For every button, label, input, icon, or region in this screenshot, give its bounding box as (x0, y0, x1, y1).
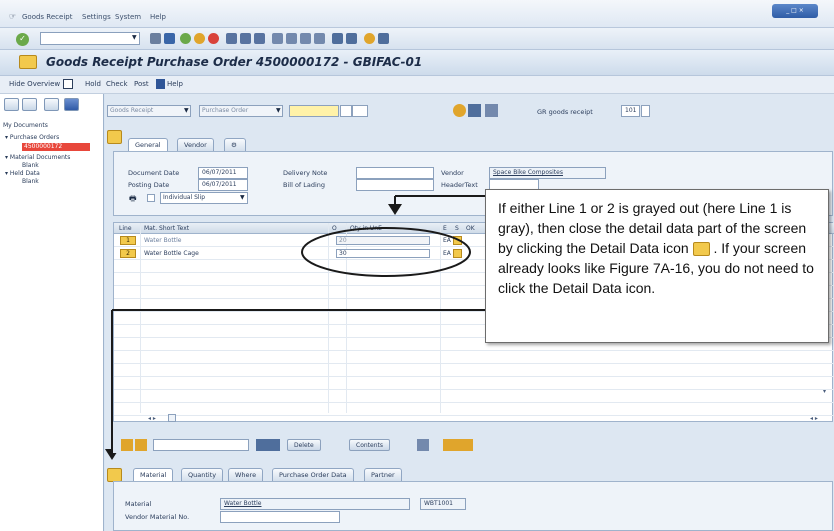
tab-quantity[interactable]: Quantity (181, 468, 224, 481)
tab-material[interactable]: Material (133, 468, 174, 481)
contents-button[interactable]: Contents (349, 439, 390, 451)
contents-label: Contents (356, 442, 383, 449)
item-search-input[interactable] (153, 439, 249, 451)
item-prev-icon[interactable] (121, 439, 133, 451)
delete-button[interactable]: Delete (287, 439, 321, 451)
tab-purchase-order-data[interactable]: Purchase Order Data (272, 468, 354, 481)
material-label: Material (125, 500, 152, 508)
vendor-material-label: Vendor Material No. (125, 513, 190, 521)
material-value: Water Bottle (220, 498, 410, 510)
tab-partner[interactable]: Partner (364, 468, 402, 481)
instruction-callout: If either Line 1 or 2 is grayed out (her… (485, 189, 829, 343)
find-items-icon[interactable] (256, 439, 280, 451)
material-code: WBT1001 (420, 498, 466, 510)
settings-icon[interactable] (417, 439, 429, 451)
navigation-icons[interactable] (443, 439, 473, 451)
arrow-head-top (388, 204, 402, 215)
detail-toolbar: Delete Contents (113, 435, 833, 453)
detail-data-icon (692, 242, 710, 257)
vendor-material-input[interactable] (220, 511, 340, 523)
tab-where[interactable]: Where (228, 468, 264, 481)
item-next-icon[interactable] (135, 439, 147, 451)
delete-label: Delete (294, 442, 314, 449)
highlight-ellipse (301, 227, 471, 277)
detail-data-toggle-icon[interactable] (107, 468, 122, 482)
